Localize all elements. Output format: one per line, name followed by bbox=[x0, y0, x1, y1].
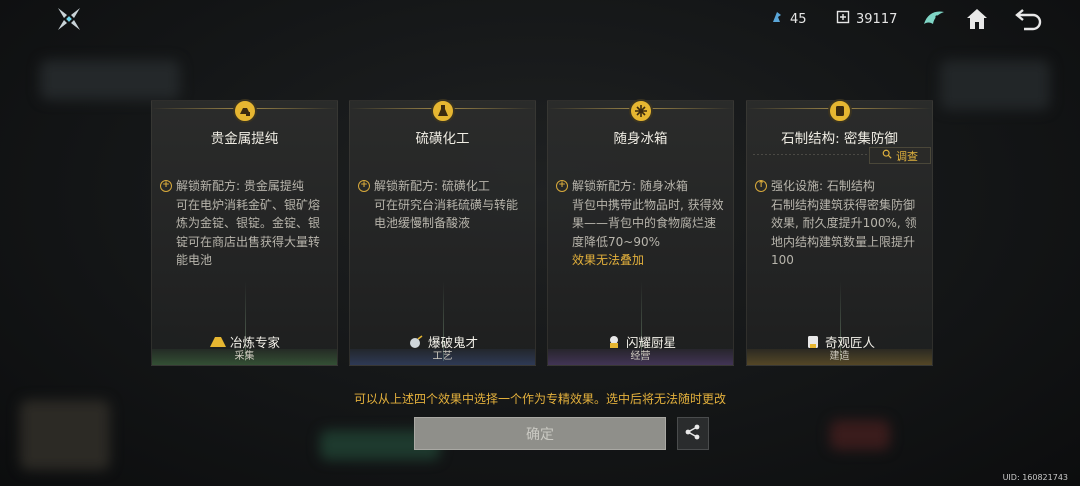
effect-head: 解锁新配方: 硫磺化工 bbox=[374, 179, 490, 193]
inspect-label: 调查 bbox=[896, 149, 918, 163]
snowflake-icon bbox=[628, 99, 653, 123]
card-title: 贵金属提纯 bbox=[210, 131, 279, 147]
currency-resource: 39117 bbox=[836, 10, 897, 28]
effect-head: 解锁新配方: 随身冰箱 bbox=[572, 179, 688, 193]
upgrade-circle-icon: ↑ bbox=[755, 180, 767, 192]
card-effect: ↑ 强化设施: 石制结构 石制结构建筑获得密集防御效果, 耐久度提升100%, 领… bbox=[755, 177, 924, 270]
energy-resource: 45 bbox=[770, 10, 807, 28]
specialty-card-stone-structure[interactable]: 石制结构: 密集防御 调查 ↑ 强化设施: 石制结构 石制结构建筑获得密集防御效果… bbox=[746, 99, 933, 366]
card-effect: + 解锁新配方: 随身冰箱 背包中携带此物品时, 获得效果——背包中的食物腐烂速度… bbox=[556, 177, 725, 270]
currency-value: 39117 bbox=[856, 11, 898, 27]
effect-desc: 背包中携带此物品时, 获得效果——背包中的食物腐烂速度降低70~90% bbox=[572, 197, 724, 249]
top-bar: 45 39117 bbox=[0, 0, 1080, 40]
effect-warning: 效果无法叠加 bbox=[572, 253, 645, 267]
card-title: 石制结构: 密集防御 bbox=[781, 131, 898, 147]
plus-circle-icon: + bbox=[160, 180, 172, 192]
share-button[interactable] bbox=[677, 417, 709, 450]
inspect-button[interactable]: 调查 bbox=[869, 147, 931, 164]
share-icon bbox=[684, 423, 702, 445]
card-title: 硫磺化工 bbox=[415, 131, 470, 147]
flask-icon bbox=[430, 99, 455, 123]
selection-hint: 可以从上述四个效果中选择一个作为专精效果。选中后将无法随时更改 bbox=[353, 392, 726, 406]
plus-circle-icon: + bbox=[556, 180, 568, 192]
user-id: UID: 160821743 bbox=[1002, 473, 1068, 482]
category-tag: 工艺 bbox=[350, 349, 535, 365]
plus-circle-icon: + bbox=[358, 180, 370, 192]
specialty-card-fridge[interactable]: 随身冰箱 + 解锁新配方: 随身冰箱 背包中携带此物品时, 获得效果——背包中的食… bbox=[547, 99, 734, 366]
gold-bars-icon bbox=[232, 99, 257, 123]
search-icon bbox=[882, 149, 892, 162]
craftsman-icon bbox=[804, 335, 822, 349]
specialty-card-sulfur[interactable]: 硫磺化工 + 解锁新配方: 硫磺化工 可在研究台消耗硫磺与转能电池缓慢制备酸液 爆… bbox=[349, 99, 536, 366]
effect-head: 强化设施: 石制结构 bbox=[771, 179, 875, 193]
category-tag: 建造 bbox=[747, 349, 932, 365]
guild-emblem-icon[interactable] bbox=[921, 6, 947, 32]
category-tag: 采集 bbox=[152, 349, 337, 365]
effect-head: 解锁新配方: 贵金属提纯 bbox=[176, 179, 304, 193]
card-effect: + 解锁新配方: 贵金属提纯 可在电炉消耗金矿、银矿熔炼为金锭、银锭。金锭、银锭可… bbox=[160, 177, 329, 270]
home-icon[interactable] bbox=[964, 6, 990, 32]
specialty-card-list: 贵金属提纯 + 解锁新配方: 贵金属提纯 可在电炉消耗金矿、银矿熔炼为金锭、银锭。… bbox=[151, 99, 933, 366]
game-logo-icon[interactable] bbox=[56, 6, 82, 32]
specialty-card-smelting[interactable]: 贵金属提纯 + 解锁新配方: 贵金属提纯 可在电炉消耗金矿、银矿熔炼为金锭、银锭。… bbox=[151, 99, 338, 366]
energy-value: 45 bbox=[790, 11, 807, 27]
category-tag: 经营 bbox=[548, 349, 733, 365]
chef-icon bbox=[605, 335, 623, 349]
currency-icon bbox=[836, 10, 850, 28]
back-icon[interactable] bbox=[1014, 6, 1042, 32]
confirm-button[interactable]: 确定 bbox=[414, 417, 666, 450]
smelting-icon bbox=[209, 335, 227, 349]
card-effect: + 解锁新配方: 硫磺化工 可在研究台消耗硫磺与转能电池缓慢制备酸液 bbox=[358, 177, 527, 233]
scroll-icon bbox=[827, 99, 852, 123]
energy-crystal-icon bbox=[770, 10, 784, 28]
card-title: 随身冰箱 bbox=[613, 131, 668, 147]
effect-desc: 石制结构建筑获得密集防御效果, 耐久度提升100%, 领地内结构建筑数量上限提升… bbox=[771, 197, 917, 268]
bomb-icon bbox=[407, 334, 425, 349]
effect-desc: 可在电炉消耗金矿、银矿熔炼为金锭、银锭。金锭、银锭可在商店出售获得大量转能电池 bbox=[176, 197, 321, 268]
effect-desc: 可在研究台消耗硫磺与转能电池缓慢制备酸液 bbox=[374, 197, 519, 231]
